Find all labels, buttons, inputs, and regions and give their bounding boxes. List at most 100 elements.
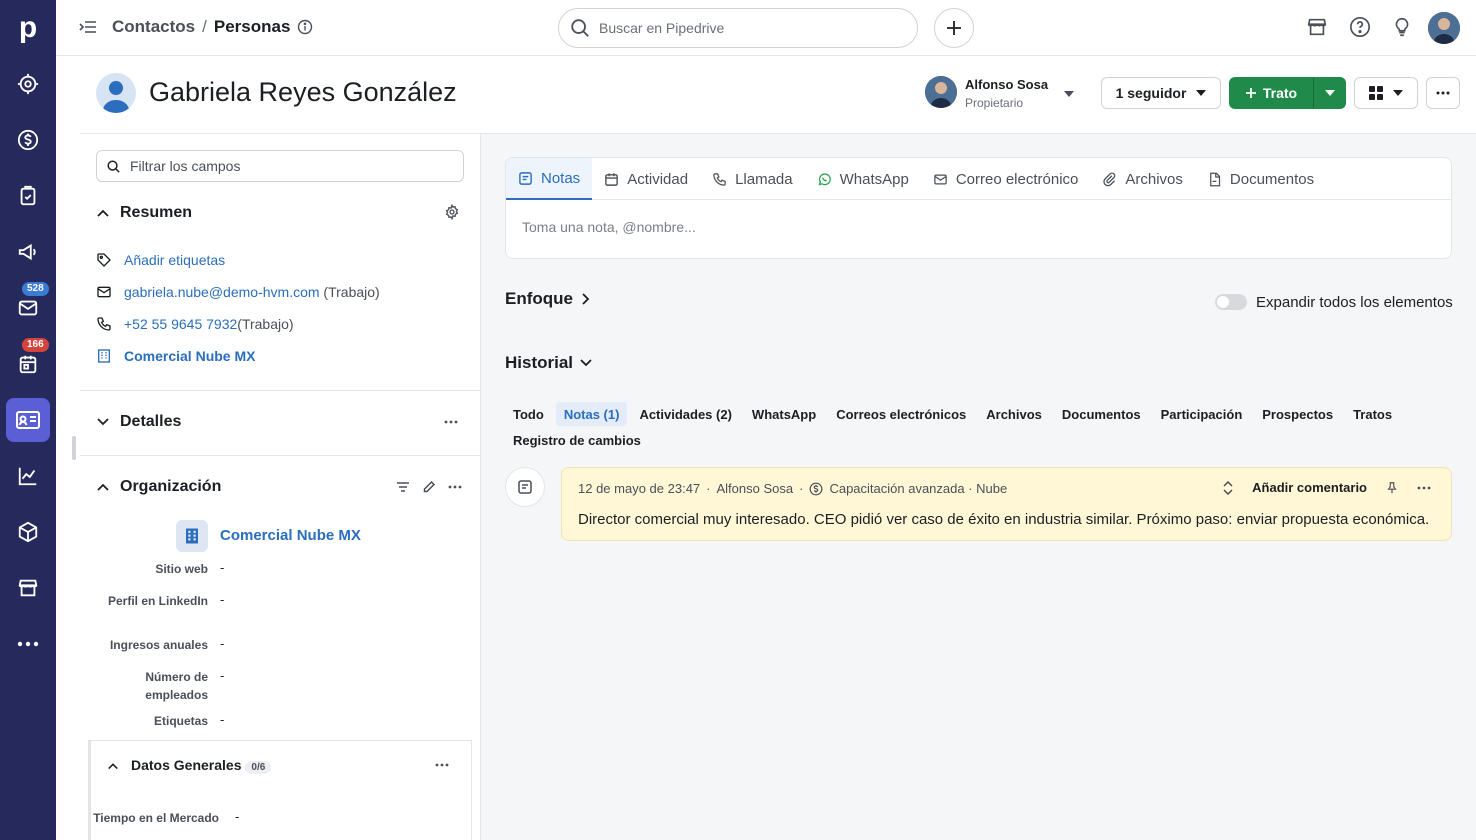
tab-whatsapp[interactable]: WhatsApp bbox=[805, 158, 921, 200]
field-value-tags[interactable]: - bbox=[220, 712, 224, 727]
main-content: Notas Actividad Llamada WhatsApp Correo … bbox=[481, 134, 1476, 840]
tab-documents[interactable]: Documentos bbox=[1195, 158, 1326, 200]
organization-section-toggle[interactable]: Organización bbox=[96, 478, 221, 496]
history-tab-participation[interactable]: Participación bbox=[1153, 402, 1251, 426]
general-data-more-button[interactable] bbox=[435, 763, 449, 767]
nav-contacts[interactable] bbox=[6, 398, 50, 442]
add-deal-button[interactable]: Trato bbox=[1229, 77, 1313, 109]
history-tab-activities[interactable]: Actividades (2) bbox=[631, 402, 739, 426]
nav-deals[interactable] bbox=[6, 118, 50, 162]
sidebar-resize-handle[interactable] bbox=[72, 436, 76, 460]
note-deal-link[interactable]: Capacitación avanzada · Nube bbox=[829, 481, 1007, 496]
history-tab-files[interactable]: Archivos bbox=[978, 402, 1050, 426]
more-actions-button[interactable] bbox=[1426, 77, 1460, 109]
user-avatar[interactable] bbox=[1428, 12, 1460, 44]
note-content[interactable]: Director comercial muy interesado. CEO p… bbox=[578, 511, 1429, 528]
field-label-market-time: Tiempo en el Mercado bbox=[93, 811, 219, 825]
history-tab-changelog[interactable]: Registro de cambios bbox=[505, 428, 649, 452]
note-input[interactable] bbox=[522, 219, 1422, 235]
clipboard-check-icon bbox=[20, 185, 36, 206]
history-tab-whatsapp[interactable]: WhatsApp bbox=[744, 402, 824, 426]
history-tab-documents[interactable]: Documentos bbox=[1054, 402, 1149, 426]
nav-products[interactable] bbox=[6, 510, 50, 554]
nav-more[interactable] bbox=[6, 622, 50, 666]
owner-role: Propietario bbox=[965, 96, 1024, 110]
layout-view-button[interactable] bbox=[1354, 77, 1418, 109]
more-horizontal-icon[interactable] bbox=[1417, 486, 1431, 490]
summary-settings-button[interactable] bbox=[444, 204, 460, 220]
filter-icon[interactable] bbox=[396, 480, 410, 494]
owner-name[interactable]: Alfonso Sosa bbox=[965, 77, 1048, 92]
phone-link[interactable]: +52 55 9645 7932 bbox=[124, 316, 237, 332]
info-icon[interactable] bbox=[297, 19, 313, 35]
tips-button[interactable] bbox=[1391, 16, 1413, 38]
help-button[interactable] bbox=[1349, 16, 1371, 38]
history-tab-leads[interactable]: Prospectos bbox=[1254, 402, 1341, 426]
field-label-tags: Etiquetas bbox=[153, 714, 208, 728]
phone-icon bbox=[713, 172, 726, 186]
marketplace-button[interactable] bbox=[1306, 16, 1328, 38]
field-value-employees[interactable]: - bbox=[220, 668, 224, 683]
paperclip-icon bbox=[1103, 171, 1116, 186]
caret-down-icon bbox=[1393, 90, 1403, 96]
organization-name-link[interactable]: Comercial Nube MX bbox=[220, 527, 361, 544]
email-link[interactable]: gabriela.nube@demo-hvm.com bbox=[124, 284, 320, 300]
followers-label: 1 seguidor bbox=[1115, 85, 1187, 101]
pencil-icon[interactable] bbox=[422, 480, 436, 494]
nav-tasks[interactable] bbox=[6, 174, 50, 218]
person-icon bbox=[102, 81, 130, 113]
history-tab-deals[interactable]: Tratos bbox=[1345, 402, 1400, 426]
tab-activity[interactable]: Actividad bbox=[592, 158, 700, 200]
nav-campaigns[interactable] bbox=[6, 230, 50, 274]
history-tab-all[interactable]: Todo bbox=[505, 402, 552, 426]
tab-email[interactable]: Correo electrónico bbox=[921, 158, 1091, 200]
field-value-revenue[interactable]: - bbox=[220, 636, 224, 651]
details-more-button[interactable] bbox=[444, 420, 458, 424]
more-horizontal-icon[interactable] bbox=[448, 480, 462, 494]
filter-fields-input[interactable] bbox=[130, 158, 450, 174]
field-value-market-time[interactable]: - bbox=[235, 809, 239, 824]
gear-icon bbox=[445, 204, 459, 220]
focus-section-toggle[interactable]: Enfoque bbox=[505, 289, 593, 309]
owner-dropdown[interactable] bbox=[1063, 90, 1075, 98]
tab-notes[interactable]: Notas bbox=[506, 158, 593, 200]
summary-section-toggle[interactable]: Resumen bbox=[96, 204, 192, 222]
note-actions: Añadir comentario bbox=[1222, 480, 1431, 495]
expand-collapse-icon[interactable] bbox=[1222, 480, 1234, 495]
quick-add-button[interactable] bbox=[934, 8, 974, 48]
field-value-website[interactable]: - bbox=[220, 560, 224, 575]
more-horizontal-icon bbox=[1436, 91, 1450, 95]
add-tags-link[interactable]: Añadir etiquetas bbox=[124, 252, 225, 268]
search-box[interactable] bbox=[558, 8, 918, 48]
history-section-toggle[interactable]: Historial bbox=[505, 353, 593, 373]
history-tab-notes[interactable]: Notas (1) bbox=[555, 402, 628, 426]
dollar-icon bbox=[17, 129, 39, 151]
more-horizontal-icon bbox=[435, 763, 449, 767]
note-author[interactable]: Alfonso Sosa bbox=[717, 481, 794, 496]
followers-button[interactable]: 1 seguidor bbox=[1101, 77, 1221, 109]
expand-all-toggle[interactable] bbox=[1215, 294, 1247, 310]
nav-leads[interactable] bbox=[6, 62, 50, 106]
details-section-toggle[interactable]: Detalles bbox=[96, 413, 181, 431]
person-name[interactable]: Gabriela Reyes González bbox=[149, 77, 457, 108]
nav-marketplace[interactable] bbox=[6, 566, 50, 610]
search-input[interactable] bbox=[599, 20, 899, 36]
history-tab-emails[interactable]: Correos electrónicos bbox=[828, 402, 974, 426]
tab-call[interactable]: Llamada bbox=[700, 158, 805, 200]
pin-icon[interactable] bbox=[1385, 481, 1399, 495]
filter-fields-box[interactable] bbox=[96, 150, 464, 182]
mail-icon bbox=[18, 300, 38, 316]
breadcrumb-contacts[interactable]: Contactos bbox=[112, 17, 195, 37]
deal-options-button[interactable] bbox=[1313, 77, 1346, 109]
field-value-linkedin[interactable]: - bbox=[220, 592, 224, 607]
owner-avatar[interactable] bbox=[925, 76, 957, 108]
nav-insights[interactable] bbox=[6, 454, 50, 498]
tab-files[interactable]: Archivos bbox=[1090, 158, 1195, 200]
add-comment-button[interactable]: Añadir comentario bbox=[1252, 480, 1367, 495]
person-photo-icon bbox=[925, 76, 957, 108]
org-link[interactable]: Comercial Nube MX bbox=[124, 348, 255, 364]
pipedrive-logo[interactable]: p bbox=[0, 0, 56, 56]
search-icon bbox=[571, 19, 589, 37]
menu-toggle-button[interactable] bbox=[78, 17, 98, 37]
general-data-toggle[interactable]: Datos Generales 0/6 bbox=[107, 757, 272, 774]
